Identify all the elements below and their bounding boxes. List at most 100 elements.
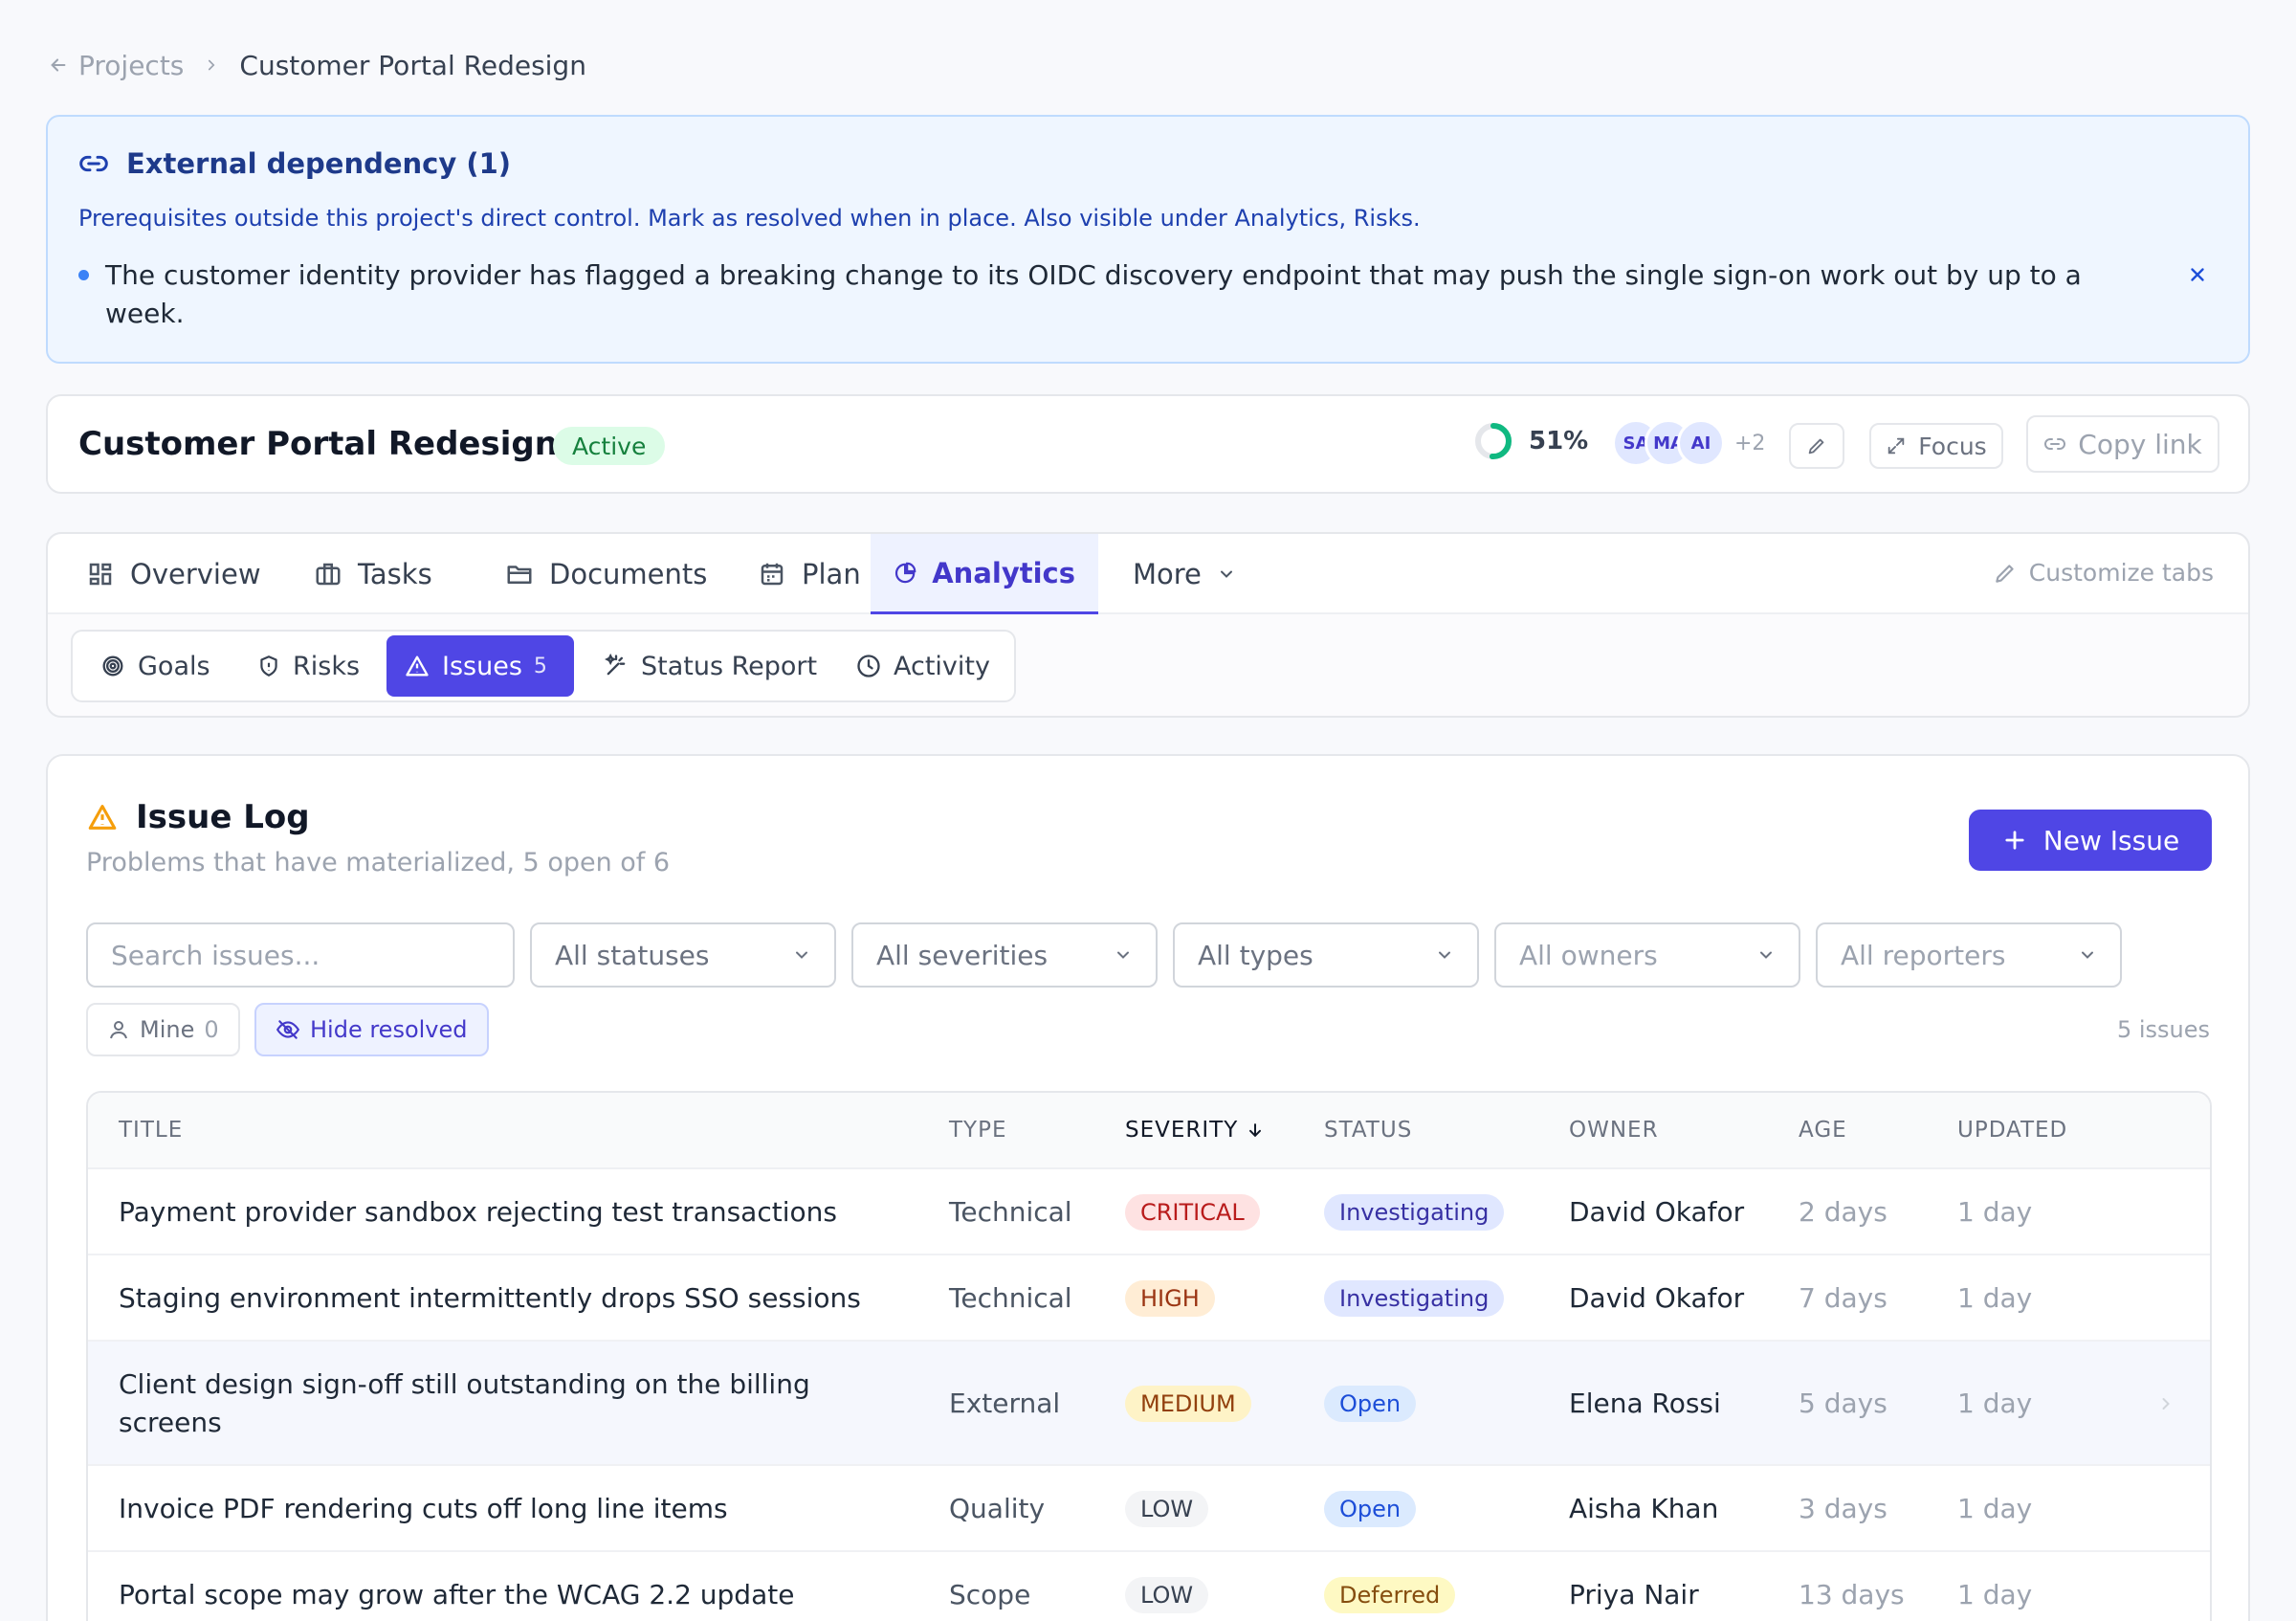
status-badge-text: Open — [1324, 1386, 1417, 1422]
breadcrumb-back-link[interactable]: Projects — [48, 50, 184, 81]
cell-title: Client design sign-off still outstanding… — [119, 1342, 903, 1466]
table-row[interactable]: Client design sign-off still outstanding… — [88, 1342, 2210, 1466]
table-row[interactable]: Payment provider sandbox rejecting test … — [88, 1169, 2210, 1255]
cell-updated-text: 1 day — [1957, 1388, 2033, 1419]
cell-type-text: Quality — [949, 1493, 1046, 1524]
warning-icon — [88, 805, 117, 830]
cell-title: Payment provider sandbox rejecting test … — [119, 1169, 903, 1255]
hide-resolved-toggle[interactable]: Hide resolved — [254, 1003, 489, 1056]
subtab-risks[interactable]: Risks — [239, 635, 377, 697]
member-avatars[interactable]: SA MA AI +2 — [1612, 419, 1765, 467]
status-badge-text: Investigating — [1324, 1280, 1505, 1317]
briefcase-icon — [316, 563, 341, 586]
mine-count: 0 — [204, 1016, 219, 1043]
status-badge: Investigating — [1324, 1169, 1554, 1255]
search-input[interactable]: Search issues... — [86, 922, 515, 988]
reporter-filter-select[interactable]: All reporters — [1816, 922, 2122, 988]
pie-chart-icon — [894, 562, 916, 583]
issue-log-title: Issue Log — [136, 798, 310, 836]
sparkles-icon — [605, 653, 626, 676]
chevron-down-icon — [796, 951, 807, 959]
cell-title: Invoice PDF rendering cuts off long line… — [119, 1466, 903, 1552]
cell-title: Staging environment intermittently drops… — [119, 1255, 903, 1342]
tab-plan[interactable]: Plan — [735, 534, 884, 614]
user-icon — [110, 1021, 127, 1039]
cell-title-text: Payment provider sandbox rejecting test … — [119, 1196, 837, 1228]
focus-button[interactable]: Focus — [1869, 423, 2003, 469]
alert-description: Prerequisites outside this project's dir… — [78, 205, 1421, 232]
alert-title: External dependency (1) — [126, 147, 512, 180]
cell-owner: Elena Rossi — [1569, 1342, 1789, 1466]
chevron-down-icon — [2082, 951, 2093, 959]
tab-tasks[interactable]: Tasks — [291, 534, 455, 614]
cell-owner-text: Aisha Khan — [1569, 1493, 1719, 1524]
cell-age-text: 3 days — [1799, 1493, 1888, 1524]
pencil-icon — [1996, 564, 2014, 583]
tab-more[interactable]: More — [1110, 534, 1259, 614]
cell-owner: David Okafor — [1569, 1169, 1789, 1255]
subtab-status-report[interactable]: Status Report — [585, 635, 834, 697]
calendar-icon — [761, 563, 784, 586]
copy-link-button[interactable]: Copy link — [2026, 415, 2219, 473]
type-filter-select[interactable]: All types — [1173, 922, 1479, 988]
cell-age: 3 days — [1799, 1466, 1952, 1552]
avatar[interactable]: AI — [1677, 419, 1725, 467]
cell-type: Technical — [949, 1255, 1112, 1342]
column-updated[interactable]: UPDATED — [1957, 1118, 2067, 1143]
more-members-count[interactable]: +2 — [1734, 432, 1765, 455]
table-row[interactable]: Staging environment intermittently drops… — [88, 1255, 2210, 1342]
severity-badge-text: LOW — [1125, 1577, 1209, 1613]
cell-type-text: External — [949, 1388, 1061, 1419]
chevron-right-icon — [209, 59, 215, 71]
close-icon — [2191, 268, 2204, 281]
arrow-down-icon — [1249, 1123, 1262, 1138]
warning-icon — [406, 655, 429, 677]
severity-badge: CRITICAL — [1125, 1169, 1316, 1255]
column-severity[interactable]: SEVERITY — [1125, 1118, 1265, 1143]
chevron-down-icon — [1439, 951, 1450, 959]
tab-overview[interactable]: Overview — [63, 534, 284, 614]
severity-badge-text: HIGH — [1125, 1280, 1215, 1317]
table-row[interactable]: Invoice PDF rendering cuts off long line… — [88, 1466, 2210, 1552]
status-filter-select[interactable]: All statuses — [530, 922, 836, 988]
edit-project-button[interactable] — [1789, 423, 1844, 469]
cell-title-text: Staging environment intermittently drops… — [119, 1282, 861, 1314]
column-status[interactable]: STATUS — [1324, 1118, 1412, 1143]
cell-owner: Aisha Khan — [1569, 1466, 1789, 1552]
breadcrumb-parent[interactable]: Projects — [78, 50, 184, 81]
cell-owner-text: David Okafor — [1569, 1282, 1745, 1314]
column-age[interactable]: AGE — [1799, 1118, 1847, 1143]
cell-age-text: 13 days — [1799, 1579, 1905, 1610]
subtab-activity[interactable]: Activity — [838, 635, 1007, 697]
clock-icon — [857, 655, 880, 677]
severity-filter-select[interactable]: All severities — [851, 922, 1158, 988]
progress-indicator: 51% — [1473, 421, 1588, 461]
column-type[interactable]: TYPE — [949, 1118, 1007, 1143]
customize-tabs-button[interactable]: Customize tabs — [1993, 559, 2214, 587]
cell-updated-text: 1 day — [1957, 1579, 2033, 1610]
column-title[interactable]: TITLE — [119, 1118, 183, 1143]
cell-owner: Priya Nair — [1569, 1552, 1789, 1621]
severity-badge-text: LOW — [1125, 1491, 1209, 1527]
cell-type-text: Scope — [949, 1579, 1031, 1610]
status-badge: Open — [1324, 1466, 1554, 1552]
issue-log-subtitle: Problems that have materialized, 5 open … — [86, 848, 671, 877]
cell-type-text: Technical — [949, 1282, 1072, 1314]
owner-filter-select[interactable]: All owners — [1494, 922, 1800, 988]
alert-dismiss-button[interactable] — [2183, 260, 2212, 289]
tab-documents[interactable]: Documents — [482, 534, 730, 614]
target-icon — [102, 655, 123, 677]
tab-analytics[interactable]: Analytics — [871, 534, 1098, 614]
subtab-goals[interactable]: Goals — [82, 635, 228, 697]
cell-title-text: Invoice PDF rendering cuts off long line… — [119, 1493, 728, 1524]
new-issue-button[interactable]: New Issue — [1969, 810, 2212, 871]
cell-age: 7 days — [1799, 1255, 1952, 1342]
subtab-issues[interactable]: Issues 5 — [386, 635, 574, 697]
progress-ring — [1475, 423, 1512, 459]
issues-count: 5 — [533, 654, 547, 678]
column-owner[interactable]: OWNER — [1569, 1118, 1659, 1143]
table-row[interactable]: Portal scope may grow after the WCAG 2.2… — [88, 1552, 2210, 1621]
mine-toggle[interactable]: Mine 0 — [86, 1003, 240, 1056]
cell-age-text: 7 days — [1799, 1282, 1888, 1314]
plus-icon — [2005, 831, 2024, 850]
